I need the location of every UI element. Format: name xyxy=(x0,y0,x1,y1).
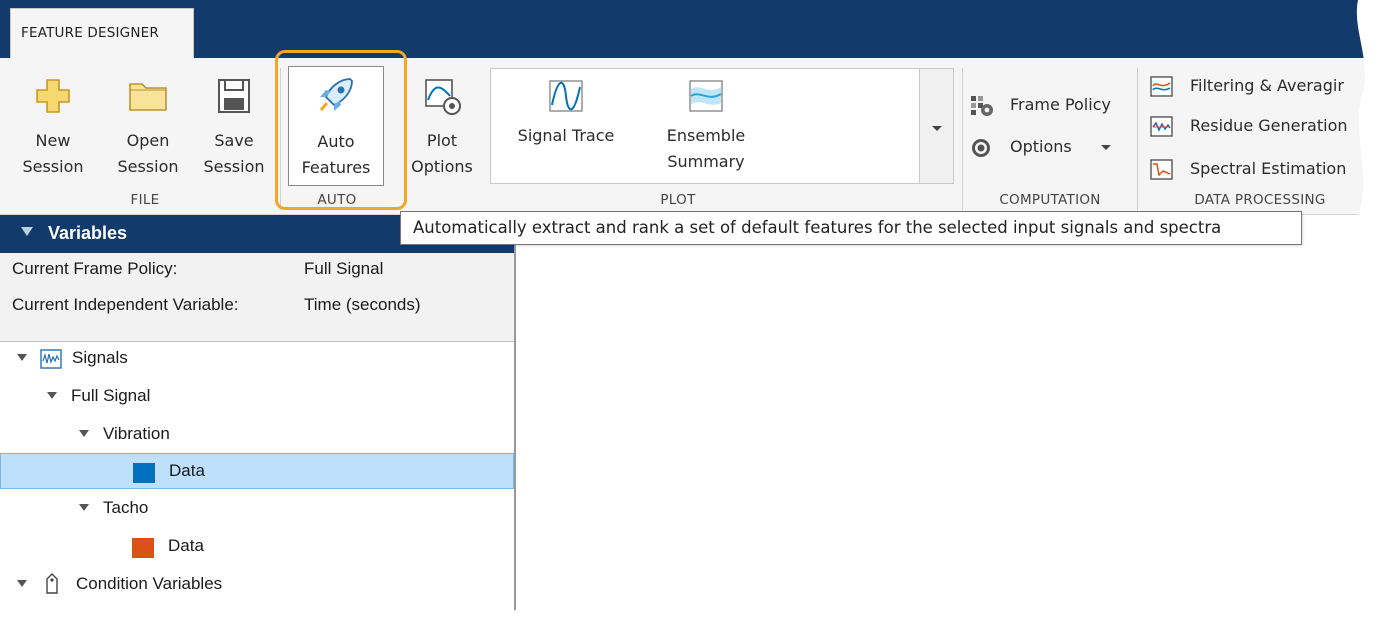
data-processing-group-label: DATA PROCESSING xyxy=(1194,192,1326,208)
tree-node-tacho-data[interactable]: Data xyxy=(0,529,514,565)
signal-trace-label: Signal Trace xyxy=(517,126,615,145)
plot-group-label: PLOT xyxy=(660,192,696,208)
spectral-label: Spectral Estimation xyxy=(1190,159,1347,178)
frame-policy-label: Frame Policy xyxy=(1010,95,1111,114)
filtering-averaging-button[interactable]: Filtering & Averagir xyxy=(1150,74,1370,98)
variables-panel: Variables Current Frame Policy: Full Sig… xyxy=(0,215,516,630)
toolstrip-tabbar: FEATURE DESIGNER xyxy=(0,0,1382,58)
expand-arrow-icon[interactable] xyxy=(78,503,90,513)
gear-icon xyxy=(970,137,994,159)
plot-options-label-line1: Plot xyxy=(426,131,458,150)
options-label: Options xyxy=(1010,137,1072,156)
signal-trace-icon xyxy=(548,79,584,113)
auto-features-tooltip: Automatically extract and rank a set of … xyxy=(400,211,1302,245)
ribbon: New Session Open Session Save Session FILE xyxy=(0,58,1382,215)
new-session-label-line1: New xyxy=(35,131,71,150)
independent-variable-key: Current Independent Variable: xyxy=(12,295,239,314)
app-window: FEATURE DESIGNER New Session Open Session … xyxy=(0,0,1382,630)
ensemble-summary-button[interactable]: Ensemble Summary xyxy=(641,79,771,169)
variables-panel-title: Variables xyxy=(48,223,128,243)
new-session-label-line2: Session xyxy=(22,157,84,176)
frame-policy-icon xyxy=(970,95,994,117)
tree-label: Tacho xyxy=(103,498,149,517)
residue-icon xyxy=(1150,116,1174,138)
plot-options-label-line2: Options xyxy=(411,157,473,176)
new-session-button[interactable]: New Session xyxy=(18,76,88,186)
tree-node-signals[interactable]: Signals xyxy=(0,341,514,377)
variables-tree: Signals Full Signal Vibration Data Tacho… xyxy=(0,341,514,630)
save-session-button[interactable]: Save Session xyxy=(196,76,272,186)
expand-arrow-icon[interactable] xyxy=(78,429,90,439)
tree-label: Full Signal xyxy=(71,386,151,405)
caret-down-icon xyxy=(1100,144,1112,152)
filtering-icon xyxy=(1150,76,1174,98)
expand-arrow-icon[interactable] xyxy=(46,391,58,401)
tag-icon xyxy=(44,573,60,595)
save-disk-icon xyxy=(214,76,254,116)
collapse-arrow-icon xyxy=(20,226,34,238)
tree-label: Data xyxy=(168,536,204,555)
open-session-label-line2: Session xyxy=(117,157,179,176)
separator xyxy=(1137,68,1138,210)
tree-node-vibration[interactable]: Vibration xyxy=(0,417,514,453)
plus-icon xyxy=(33,76,73,116)
ensemble-summary-icon xyxy=(688,79,724,113)
tree-label: Data xyxy=(169,461,205,480)
residue-label: Residue Generation xyxy=(1190,116,1348,135)
expand-arrow-icon[interactable] xyxy=(16,353,28,363)
variables-info: Current Frame Policy: Full Signal Curren… xyxy=(0,253,514,342)
save-session-label-line1: Save xyxy=(214,131,254,150)
tree-label: Signals xyxy=(72,348,128,367)
tree-node-condition-variables[interactable]: Condition Variables xyxy=(0,567,514,603)
spectral-estimation-icon xyxy=(1150,159,1174,181)
ensemble-summary-label-line1: Ensemble xyxy=(666,126,746,145)
filtering-label: Filtering & Averagir xyxy=(1190,76,1344,95)
tree-label: Vibration xyxy=(103,424,170,443)
independent-variable-value: Time (seconds) xyxy=(304,295,421,314)
spectral-estimation-button[interactable]: Spectral Estimation xyxy=(1150,157,1370,181)
tab-label: FEATURE DESIGNER xyxy=(21,25,159,41)
save-session-label-line2: Session xyxy=(203,157,265,176)
file-group-label: FILE xyxy=(130,192,160,208)
auto-features-label-line1: Auto xyxy=(317,132,355,151)
auto-features-button[interactable]: Auto Features xyxy=(288,66,384,186)
vibration-color-swatch xyxy=(133,463,155,483)
frame-policy-button[interactable]: Frame Policy xyxy=(970,93,1130,117)
gallery-expand-button[interactable] xyxy=(920,68,954,184)
frame-policy-key: Current Frame Policy: xyxy=(12,259,178,278)
computation-group-label: COMPUTATION xyxy=(999,192,1101,208)
open-session-label-line1: Open xyxy=(126,131,170,150)
signals-icon xyxy=(40,349,62,369)
rocket-icon xyxy=(316,75,356,115)
residue-generation-button[interactable]: Residue Generation xyxy=(1150,114,1370,138)
tree-node-vibration-data[interactable]: Data xyxy=(0,453,514,489)
plot-options-icon xyxy=(420,76,464,118)
frame-policy-value: Full Signal xyxy=(304,259,384,278)
signal-trace-button[interactable]: Signal Trace xyxy=(501,79,631,169)
workspace-area xyxy=(516,215,1382,630)
open-session-button[interactable]: Open Session xyxy=(108,76,188,186)
expand-arrow-icon[interactable] xyxy=(16,579,28,589)
tab-feature-designer[interactable]: FEATURE DESIGNER xyxy=(10,8,194,58)
auto-features-label-line2: Features xyxy=(301,158,371,177)
tree-node-full-signal[interactable]: Full Signal xyxy=(0,379,514,415)
plot-options-button[interactable]: Plot Options xyxy=(402,76,482,186)
folder-icon xyxy=(126,76,170,116)
caret-down-icon xyxy=(931,125,943,133)
auto-group-label: AUTO xyxy=(317,192,357,208)
ensemble-summary-label-line2: Summary xyxy=(667,152,745,171)
separator xyxy=(962,68,963,210)
options-dropdown-button[interactable]: Options xyxy=(970,135,1130,159)
plot-gallery: Signal Trace Ensemble Summary xyxy=(490,68,920,184)
tree-node-tacho[interactable]: Tacho xyxy=(0,491,514,527)
tree-label: Condition Variables xyxy=(76,574,223,593)
tacho-color-swatch xyxy=(132,538,154,558)
